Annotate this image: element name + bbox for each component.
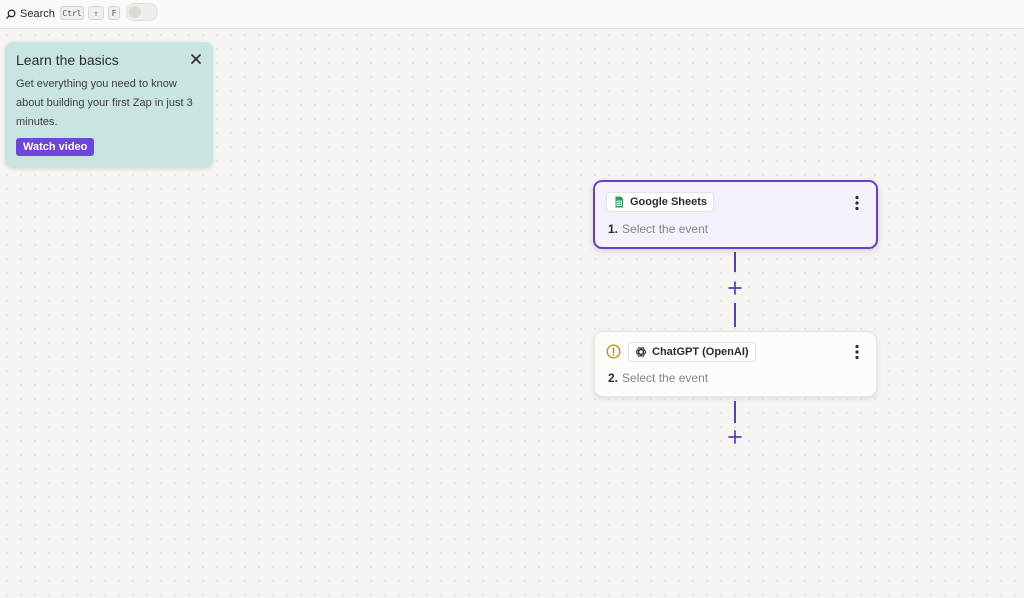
step-card-1[interactable]: Google Sheets 1. Select the event — [593, 180, 878, 249]
app-badge-google-sheets[interactable]: Google Sheets — [606, 192, 715, 212]
connector-line — [734, 401, 736, 423]
shortcut-key-shift: ⇧ — [88, 6, 104, 20]
step-number: 2. — [608, 371, 619, 385]
google-sheets-icon — [615, 196, 623, 208]
openai-icon — [635, 347, 647, 357]
add-step-icon[interactable] — [727, 280, 743, 296]
more-options-icon[interactable] — [852, 195, 862, 211]
search-icon — [6, 9, 16, 19]
learn-basics-description: Get everything you need to know about bu… — [16, 78, 193, 128]
search-label: Search — [20, 8, 55, 20]
shortcut-key-ctrl: Ctrl — [60, 6, 84, 20]
connector-line — [734, 252, 736, 272]
learn-basics-title: Learn the basics — [16, 52, 119, 68]
step-event-selector[interactable]: 1. Select the event — [608, 222, 708, 236]
app-name: Google Sheets — [630, 196, 708, 208]
watch-video-button[interactable]: Watch video — [16, 138, 95, 156]
learn-basics-card: Learn the basics Get everything you need… — [5, 42, 213, 168]
app-name: ChatGPT (OpenAI) — [652, 346, 749, 358]
add-step-icon[interactable] — [727, 429, 743, 445]
step-event-placeholder: Select the event — [622, 222, 709, 236]
search-button[interactable]: Search — [6, 6, 55, 22]
warning-icon — [606, 344, 621, 359]
close-icon[interactable] — [191, 54, 201, 64]
step-card-2[interactable]: ChatGPT (OpenAI) 2. Select the event — [594, 331, 877, 397]
connector-line — [734, 303, 736, 327]
top-toolbar: Search Ctrl ⇧ F — [0, 0, 1024, 29]
step-event-placeholder: Select the event — [622, 371, 709, 385]
step-event-selector[interactable]: 2. Select the event — [608, 371, 708, 385]
shortcut-key-f: F — [108, 6, 120, 20]
step-number: 1. — [608, 222, 619, 236]
more-options-icon[interactable] — [852, 344, 862, 360]
toggle-switch[interactable] — [126, 3, 158, 21]
app-badge-chatgpt[interactable]: ChatGPT (OpenAI) — [628, 342, 756, 362]
toggle-knob — [129, 6, 141, 18]
